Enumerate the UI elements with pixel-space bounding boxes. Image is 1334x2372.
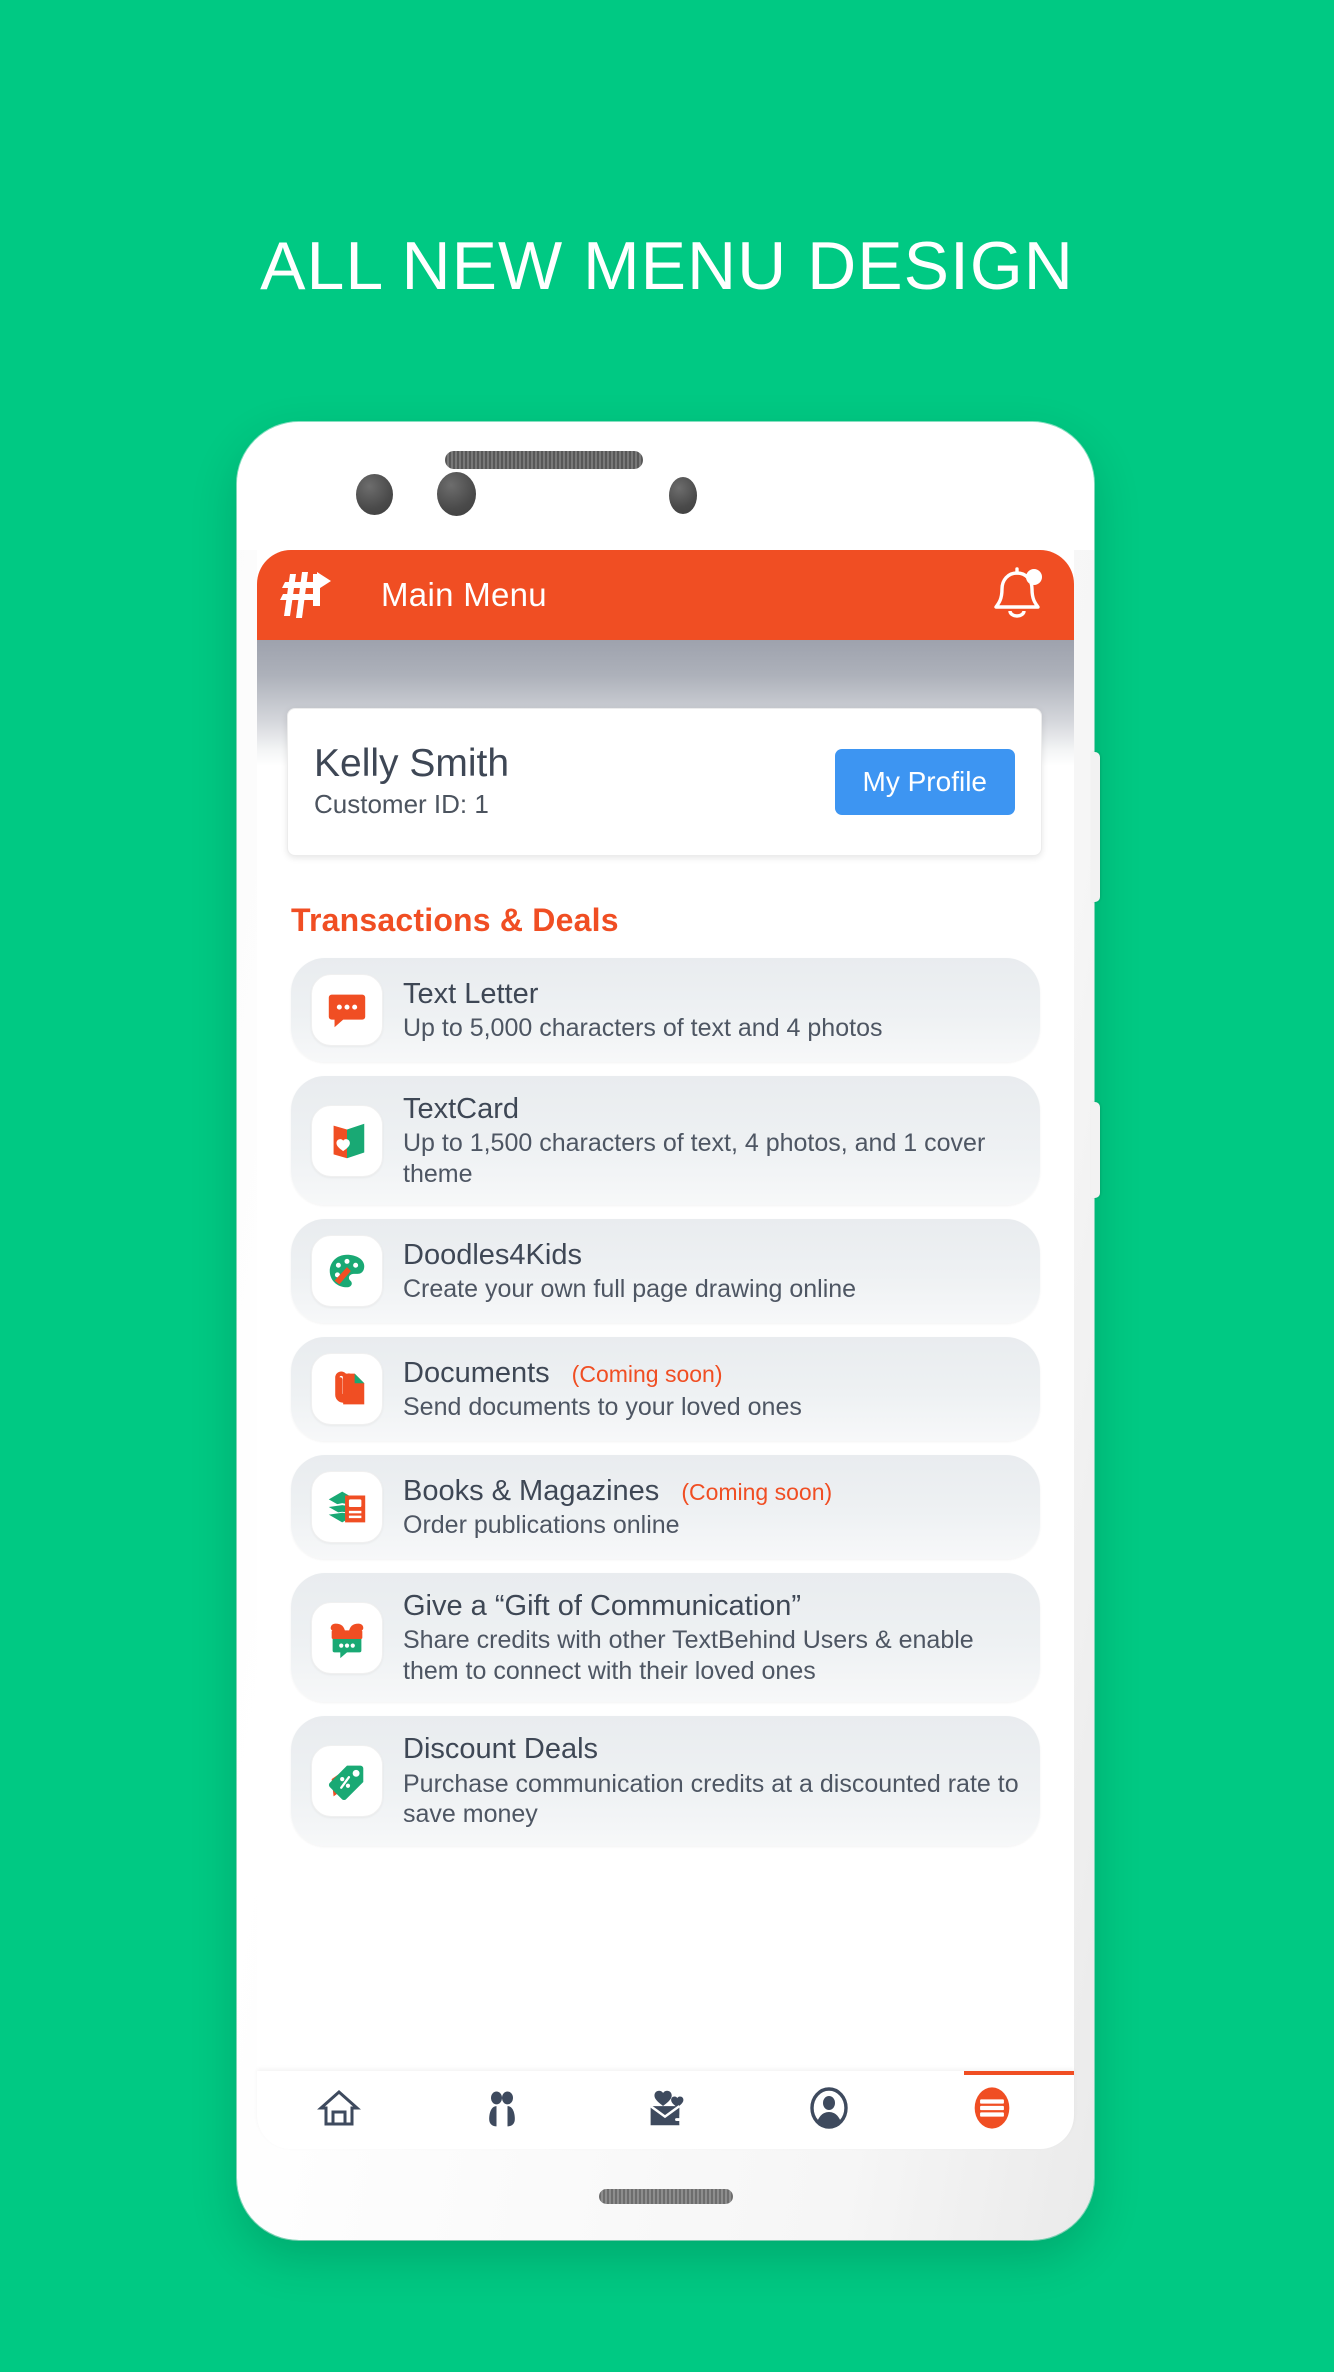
customer-id: Customer ID: 1 [314,788,489,819]
earpiece-speaker-icon [445,451,643,469]
menu-item-title: Text Letter [403,977,539,1010]
menu-item-title: Discount Deals [403,1733,599,1766]
app-bar-title: Main Menu [381,576,547,613]
textbehind-logo-icon[interactable] [277,566,339,624]
menu-item-texts: Discount Deals Purchase communication cr… [403,1732,1022,1829]
menu-item-title-row: Give a “Gift of Communication” [403,1589,1022,1623]
gift-chat-icon [311,1601,383,1674]
menu-item-textcard[interactable]: TextCard Up to 1,500 characters of text,… [291,1076,1040,1206]
menu-item-title: Books & Magazines [403,1474,660,1507]
front-camera-secondary-icon [437,472,476,516]
nav-item-messages[interactable] [632,2079,698,2141]
profile-name: Kelly Smith [314,742,510,786]
menu-item-title: Doodles4Kids [403,1238,582,1271]
menu-list: Text Letter Up to 5,000 characters of te… [257,958,1074,1860]
nav-item-account[interactable] [796,2079,862,2141]
menu-item-title-row: Doodles4Kids [403,1238,1022,1272]
profile-card: Kelly Smith Customer ID: 1 My Profile [287,708,1042,856]
menu-item-title: TextCard [403,1093,520,1125]
menu-item-texts: Give a “Gift of Communication” Share cre… [403,1589,1022,1686]
menu-item-subtitle: Share credits with other TextBehind User… [403,1626,974,1685]
menu-item-subtitle: Up to 1,500 characters of text, 4 photos… [403,1129,986,1188]
my-profile-button[interactable]: My Profile [834,749,1015,815]
menu-item-text-letter[interactable]: Text Letter Up to 5,000 characters of te… [291,958,1040,1062]
menu-item-title: Documents [403,1356,550,1389]
price-tag-percent-icon [311,1745,383,1818]
page-title: ALL NEW MENU DESIGN [260,228,1074,304]
menu-item-subtitle: Order publications online [403,1511,680,1540]
menu-item-texts: Doodles4Kids Create your own full page d… [403,1238,1022,1305]
chat-bubble-icon [311,974,383,1046]
greeting-card-heart-icon [311,1104,383,1177]
hamburger-menu-icon [966,2082,1018,2139]
menu-item-title-row: Documents (Coming soon) [403,1356,1022,1390]
menu-item-title-row: Text Letter [403,977,1022,1011]
coming-soon-badge: (Coming soon) [681,1478,833,1505]
menu-item-title-row: Books & Magazines (Coming soon) [403,1474,1022,1508]
phone-mockup: Main Menu Kelly Smith Customer ID: 1 My … [237,422,1100,2240]
power-button[interactable] [1091,1102,1100,1198]
phone-screen: Main Menu Kelly Smith Customer ID: 1 My … [257,550,1074,2110]
account-circle-icon [805,2084,853,2137]
menu-item-discount-deals[interactable]: Discount Deals Purchase communication cr… [291,1716,1040,1846]
coming-soon-badge: (Coming soon) [571,1360,723,1387]
menu-item-documents[interactable]: Documents (Coming soon) Send documents t… [291,1337,1040,1442]
books-magazines-icon [311,1471,383,1544]
menu-item-texts: TextCard Up to 1,500 characters of text,… [403,1092,1022,1189]
menu-item-texts: Text Letter Up to 5,000 characters of te… [403,977,1022,1044]
home-icon [315,2084,363,2137]
volume-button[interactable] [1091,752,1100,902]
front-camera-icon [356,474,393,515]
nav-item-contacts[interactable] [469,2079,535,2141]
app-bar: Main Menu [257,550,1074,640]
profile-info: Kelly Smith Customer ID: 1 [314,742,510,820]
menu-item-subtitle: Send documents to your loved ones [403,1393,802,1422]
menu-item-subtitle: Up to 5,000 characters of text and 4 pho… [403,1013,883,1042]
menu-item-texts: Books & Magazines (Coming soon) Order pu… [403,1474,1022,1541]
phone-bezel-top [237,422,1094,550]
bell-icon[interactable] [986,564,1048,626]
active-tab-indicator [964,2071,1074,2075]
menu-item-subtitle: Create your own full page drawing online [403,1275,857,1304]
menu-item-title-row: Discount Deals [403,1732,1022,1766]
nav-item-menu[interactable] [959,2079,1025,2141]
sensor-icon [669,477,697,514]
menu-item-title-row: TextCard [403,1092,1022,1126]
menu-item-books-magazines[interactable]: Books & Magazines (Coming soon) Order pu… [291,1455,1040,1560]
nav-item-home[interactable] [306,2079,372,2141]
section-title: Transactions & Deals [291,902,619,938]
menu-item-doodles4kids[interactable]: Doodles4Kids Create your own full page d… [291,1219,1040,1324]
bottom-navigation-bar [257,2071,1074,2149]
paperclip-document-icon [311,1353,383,1426]
menu-item-title: Give a “Gift of Communication” [403,1590,802,1623]
home-indicator [598,2189,733,2204]
menu-item-gift-of-communication[interactable]: Give a “Gift of Communication” Share cre… [291,1573,1040,1703]
contacts-people-icon [480,2086,524,2135]
paint-palette-icon [311,1235,383,1308]
menu-item-texts: Documents (Coming soon) Send documents t… [403,1356,1022,1423]
menu-item-subtitle: Purchase communication credits at a disc… [403,1769,1019,1829]
mail-heart-icon [642,2085,688,2136]
